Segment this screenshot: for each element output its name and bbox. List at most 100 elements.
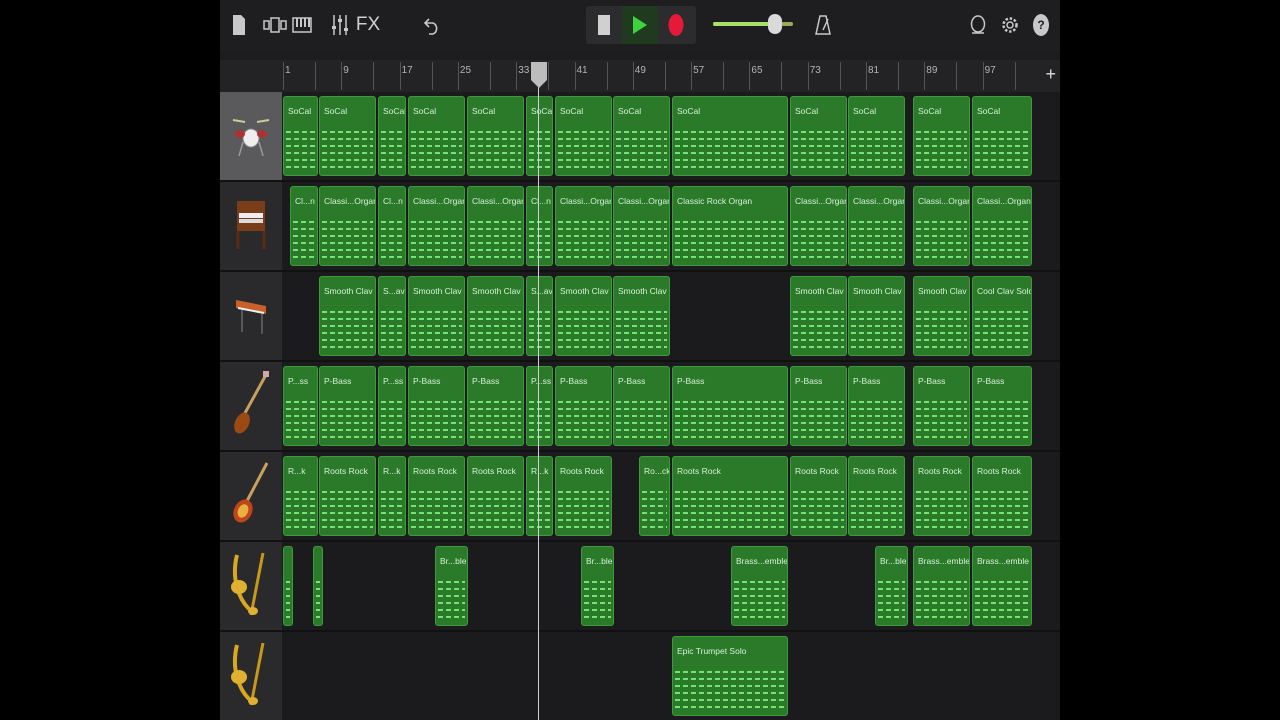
region[interactable]: SoCal bbox=[555, 96, 612, 176]
mixer-icon[interactable] bbox=[328, 10, 352, 40]
region[interactable]: P...ss bbox=[526, 366, 553, 446]
region[interactable]: SoCal bbox=[526, 96, 553, 176]
region[interactable]: Smooth Clav bbox=[848, 276, 905, 356]
region[interactable]: R...k bbox=[526, 456, 553, 536]
region[interactable] bbox=[313, 546, 323, 626]
track-header[interactable] bbox=[220, 182, 282, 270]
region[interactable]: Classic Rock Organ bbox=[672, 186, 788, 266]
region[interactable]: SoCal bbox=[467, 96, 524, 176]
region[interactable]: Classi...Organ bbox=[913, 186, 970, 266]
region[interactable]: P-Bass bbox=[790, 366, 847, 446]
region[interactable]: Smooth Clav bbox=[319, 276, 376, 356]
region[interactable]: Roots Rock bbox=[972, 456, 1032, 536]
region[interactable]: P-Bass bbox=[848, 366, 905, 446]
track-header[interactable] bbox=[220, 542, 282, 630]
region[interactable]: P-Bass bbox=[913, 366, 970, 446]
region[interactable]: R...k bbox=[378, 456, 406, 536]
region[interactable]: SoCal bbox=[408, 96, 465, 176]
region[interactable]: P...ss bbox=[283, 366, 318, 446]
region[interactable]: Br...ble bbox=[435, 546, 468, 626]
region[interactable]: Smooth Clav bbox=[408, 276, 465, 356]
region[interactable]: Roots Rock bbox=[848, 456, 905, 536]
region[interactable]: Roots Rock bbox=[913, 456, 970, 536]
region[interactable]: SoCal bbox=[972, 96, 1032, 176]
region[interactable]: Smooth Clav bbox=[467, 276, 524, 356]
record-button[interactable] bbox=[658, 6, 694, 44]
region[interactable]: Ro...ck bbox=[639, 456, 670, 536]
region[interactable]: Br...ble bbox=[875, 546, 908, 626]
help-icon[interactable]: ? bbox=[1030, 10, 1052, 40]
loop-icon[interactable] bbox=[968, 10, 988, 40]
region[interactable] bbox=[283, 546, 293, 626]
region[interactable]: SoCal bbox=[913, 96, 970, 176]
region[interactable]: Cool Clav Solo bbox=[972, 276, 1032, 356]
region[interactable]: Smooth Clav bbox=[613, 276, 670, 356]
region[interactable]: P-Bass bbox=[672, 366, 788, 446]
region[interactable]: Classi...Organ bbox=[790, 186, 847, 266]
region[interactable]: Cl...n bbox=[290, 186, 318, 266]
timeline-ruler[interactable]: 1 9 17 25 33 41 49 57 65 73 81 89 97 + bbox=[220, 60, 1060, 92]
playhead-handle[interactable] bbox=[531, 62, 547, 88]
region[interactable]: Classi...Organ bbox=[408, 186, 465, 266]
master-volume-slider[interactable] bbox=[713, 14, 793, 34]
region[interactable]: Roots Rock bbox=[555, 456, 612, 536]
region[interactable]: Epic Trumpet Solo bbox=[672, 636, 788, 716]
region[interactable]: Brass...emble bbox=[972, 546, 1032, 626]
settings-icon[interactable] bbox=[1000, 10, 1020, 40]
region[interactable]: SoCal bbox=[613, 96, 670, 176]
track-header[interactable] bbox=[220, 632, 282, 720]
region[interactable]: Roots Rock bbox=[408, 456, 465, 536]
add-section-button[interactable]: + bbox=[1045, 64, 1056, 85]
playhead[interactable] bbox=[538, 62, 539, 720]
region[interactable]: S...av bbox=[378, 276, 406, 356]
region[interactable]: Brass...emble bbox=[731, 546, 788, 626]
track-header[interactable] bbox=[220, 92, 282, 180]
region[interactable]: Br...ble bbox=[581, 546, 614, 626]
region[interactable]: P...ss bbox=[378, 366, 406, 446]
region[interactable]: Roots Rock bbox=[672, 456, 788, 536]
region[interactable]: SoCal bbox=[848, 96, 905, 176]
region[interactable]: Classi...Organ bbox=[467, 186, 524, 266]
my-songs-icon[interactable] bbox=[230, 10, 248, 40]
region[interactable]: P-Bass bbox=[467, 366, 524, 446]
play-button[interactable] bbox=[622, 6, 658, 44]
region[interactable]: P-Bass bbox=[613, 366, 670, 446]
ruler-tick bbox=[924, 62, 926, 90]
region[interactable]: SoCal bbox=[790, 96, 847, 176]
region[interactable]: Cl...n bbox=[526, 186, 553, 266]
region[interactable]: P-Bass bbox=[555, 366, 612, 446]
region[interactable]: Brass...emble bbox=[913, 546, 970, 626]
volume-knob[interactable] bbox=[768, 14, 783, 34]
region[interactable]: Classi...Organ bbox=[848, 186, 905, 266]
region[interactable]: P-Bass bbox=[408, 366, 465, 446]
region[interactable]: SoCal bbox=[672, 96, 788, 176]
region[interactable]: P-Bass bbox=[319, 366, 376, 446]
region[interactable]: SoCal bbox=[378, 96, 406, 176]
region[interactable]: SoCal bbox=[283, 96, 318, 176]
fx-button[interactable]: FX bbox=[356, 10, 380, 40]
region[interactable]: S...av bbox=[526, 276, 553, 356]
browser-icon[interactable] bbox=[262, 10, 288, 40]
undo-icon[interactable] bbox=[420, 10, 444, 40]
region[interactable]: Classi...Organ bbox=[319, 186, 376, 266]
region[interactable]: Cl...n bbox=[378, 186, 406, 266]
stop-button[interactable] bbox=[586, 6, 622, 44]
tracks-view-icon[interactable] bbox=[290, 10, 314, 40]
region[interactable]: SoCal bbox=[319, 96, 376, 176]
region[interactable]: Smooth Clav bbox=[913, 276, 970, 356]
track-header[interactable] bbox=[220, 362, 282, 450]
region[interactable]: Roots Rock bbox=[790, 456, 847, 536]
track-header[interactable] bbox=[220, 272, 282, 360]
region[interactable]: Classi...Organ bbox=[972, 186, 1032, 266]
track-lane-background[interactable] bbox=[282, 632, 1060, 720]
region[interactable]: Smooth Clav bbox=[555, 276, 612, 356]
region[interactable]: Classi...Organ bbox=[555, 186, 612, 266]
track-header[interactable] bbox=[220, 452, 282, 540]
region[interactable]: Roots Rock bbox=[319, 456, 376, 536]
metronome-icon[interactable] bbox=[814, 10, 832, 40]
region[interactable]: Roots Rock bbox=[467, 456, 524, 536]
region[interactable]: Smooth Clav bbox=[790, 276, 847, 356]
region[interactable]: Classi...Organ bbox=[613, 186, 670, 266]
region[interactable]: R...k bbox=[283, 456, 318, 536]
region[interactable]: P-Bass bbox=[972, 366, 1032, 446]
